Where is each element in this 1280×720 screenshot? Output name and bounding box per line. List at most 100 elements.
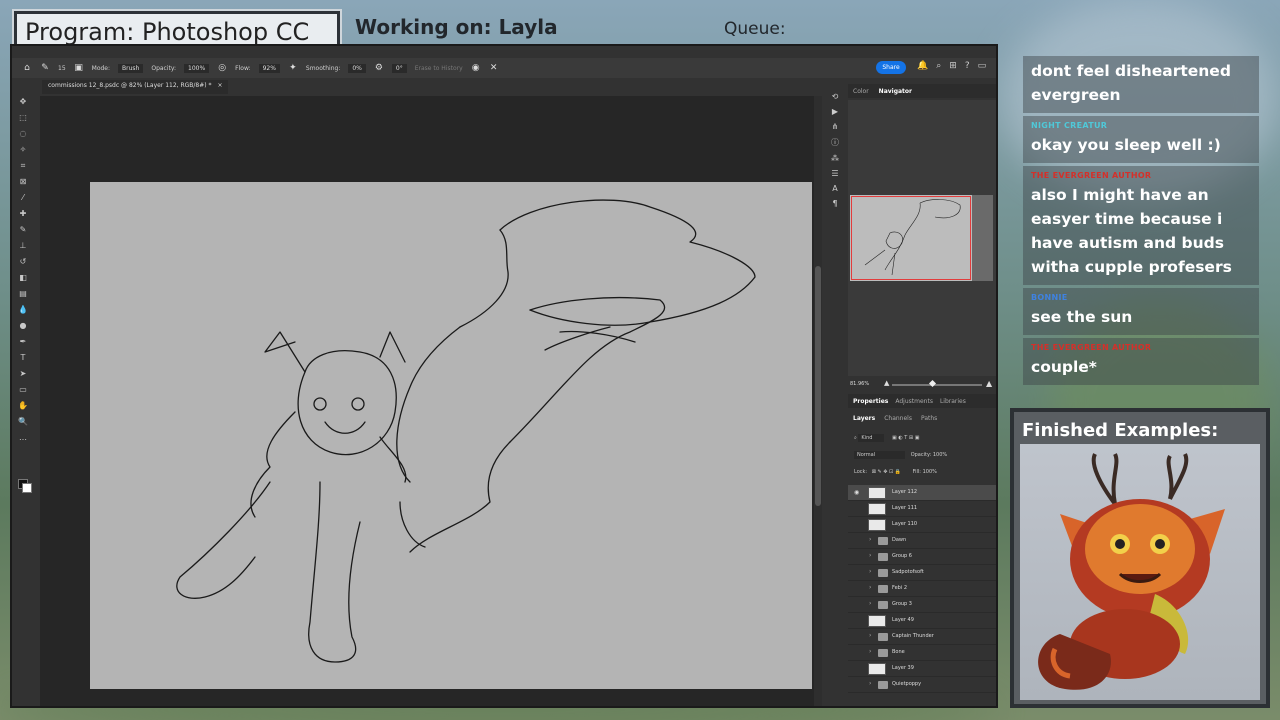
workspace-icon[interactable]: ⊞ [949,61,957,71]
group-expand-chevron-icon[interactable]: › [869,632,871,639]
visibility-eye-icon[interactable] [854,650,860,655]
more-tools-icon[interactable]: … [17,432,29,444]
actions-icon[interactable]: ▶ [832,107,838,116]
layer-row[interactable]: Layer 49 [848,613,996,629]
arrange-icon[interactable]: ▭ [978,61,987,71]
visibility-eye-icon[interactable] [854,634,860,639]
visibility-eye-icon[interactable] [854,666,860,671]
tab-channels[interactable]: Channels [884,415,912,422]
character-icon[interactable]: A [832,184,837,193]
tab-adjustments[interactable]: Adjustments [895,398,933,405]
type-tool-icon[interactable]: T [17,352,29,364]
blur-tool-icon[interactable]: 💧 [17,304,29,316]
smoothing-field[interactable]: 0% [348,63,366,73]
visibility-eye-icon[interactable] [854,522,860,527]
magic-wand-tool-icon[interactable]: ✧ [17,144,29,156]
zoom-tool-icon[interactable]: 🔍 [17,416,29,428]
visibility-eye-icon[interactable]: ◉ [854,490,860,496]
visibility-eye-icon[interactable] [854,618,860,623]
group-expand-chevron-icon[interactable]: › [869,680,871,687]
mode-dropdown[interactable]: Brush [118,63,144,73]
pen-tool-icon[interactable]: ✒ [17,336,29,348]
group-expand-chevron-icon[interactable]: › [869,536,871,543]
layer-row[interactable]: › Group 3 [848,597,996,613]
pressure-opacity-icon[interactable]: ◎ [217,63,227,73]
document-tab[interactable]: commissions 12_8.psdc @ 82% (Layer 112, … [42,80,229,94]
airbrush-icon[interactable]: ✦ [288,63,298,73]
group-expand-chevron-icon[interactable]: › [869,584,871,591]
paragraph-icon[interactable]: ¶ [832,199,837,208]
stamp-tool-icon[interactable]: ⊥ [17,240,29,252]
layer-row[interactable]: › Group 6 [848,549,996,565]
layer-row[interactable]: Layer 39 [848,661,996,677]
zoom-slider-track[interactable] [892,384,982,386]
flow-field[interactable]: 92% [258,63,280,73]
bell-icon[interactable]: 🔔 [917,61,928,71]
adjustments-side-icon[interactable]: ☰ [831,169,838,178]
marquee-tool-icon[interactable]: ⬚ [17,112,29,124]
layer-row[interactable]: ◉ Layer 112 [848,485,996,501]
search-icon[interactable]: ⌕ [936,61,941,71]
layer-row[interactable]: › Dawn [848,533,996,549]
lasso-tool-icon[interactable]: ◌ [17,128,29,140]
blend-mode-dropdown[interactable]: Normal [854,451,906,459]
tab-libraries[interactable]: Libraries [940,398,966,405]
move-tool-icon[interactable]: ✥ [17,96,29,108]
group-expand-chevron-icon[interactable]: › [869,552,871,559]
background-color-swatch[interactable] [22,483,32,493]
info-icon[interactable]: ⓘ [831,137,839,148]
brush-tool-side-icon[interactable]: ✎ [17,224,29,236]
visibility-eye-icon[interactable] [854,682,860,687]
home-icon[interactable]: ⌂ [22,63,32,73]
layer-row[interactable]: › Captain Thunder [848,629,996,645]
history-icon[interactable]: ⟲ [832,92,839,101]
hand-tool-icon[interactable]: ✋ [17,400,29,412]
gradient-tool-icon[interactable]: ▤ [17,288,29,300]
brush-size-value[interactable]: 15 [58,65,66,72]
fill-field[interactable]: 100% [923,469,937,475]
visibility-eye-icon[interactable] [854,554,860,559]
opacity-field[interactable]: 100% [184,63,210,73]
pressure-size-icon[interactable]: ◉ [471,63,481,73]
visibility-eye-icon[interactable] [854,506,860,511]
layer-row[interactable]: Layer 110 [848,517,996,533]
swatches-icon[interactable]: ⁂ [831,154,839,163]
tab-layers[interactable]: Layers [853,415,875,422]
tab-navigator[interactable]: Navigator [879,88,912,95]
lock-icons[interactable]: ⊠ ✎ ✥ ⊡ 🔒 [872,469,901,475]
layer-row[interactable]: › Quietpoppy [848,677,996,693]
erase-to-history-option[interactable]: Erase to History [415,65,463,72]
layer-row[interactable]: › Febi 2 [848,581,996,597]
healing-tool-icon[interactable]: ✚ [17,208,29,220]
layer-row[interactable]: Layer 111 [848,501,996,517]
crop-tool-icon[interactable]: ⌗ [17,160,29,172]
visibility-eye-icon[interactable] [854,586,860,591]
filter-pixel-icon[interactable]: ▣ ◐ T ⊞ ▣ [892,435,919,441]
tab-paths[interactable]: Paths [921,415,937,422]
visibility-eye-icon[interactable] [854,538,860,543]
visibility-eye-icon[interactable] [854,570,860,575]
navigator-view-box[interactable] [851,196,971,280]
layer-row[interactable]: › Bone [848,645,996,661]
angle-field[interactable]: 0° [391,63,407,73]
brushes-icon[interactable]: ⋔ [832,122,839,131]
path-selection-tool-icon[interactable]: ➤ [17,368,29,380]
brush-settings-icon[interactable]: ▣ [74,63,84,73]
canvas-vertical-scrollbar[interactable] [814,96,822,706]
tab-color[interactable]: Color [853,88,869,95]
group-expand-chevron-icon[interactable]: › [869,648,871,655]
gear-icon[interactable]: ⚙ [374,63,384,73]
history-brush-tool-icon[interactable]: ↺ [17,256,29,268]
symmetry-icon[interactable]: ✕ [489,63,499,73]
layer-filter-kind[interactable]: Kind [858,434,885,442]
eyedropper-tool-icon[interactable]: ⁄ [17,192,29,204]
dodge-tool-icon[interactable]: ● [17,320,29,332]
visibility-eye-icon[interactable] [854,602,860,607]
group-expand-chevron-icon[interactable]: › [869,568,871,575]
zoom-in-icon[interactable]: ▲ [986,379,992,388]
layer-opacity-field[interactable]: 100% [933,452,947,458]
tab-properties[interactable]: Properties [853,398,888,405]
brush-tool-icon[interactable]: ✎ [40,63,50,73]
group-expand-chevron-icon[interactable]: › [869,600,871,607]
frame-tool-icon[interactable]: ⊠ [17,176,29,188]
